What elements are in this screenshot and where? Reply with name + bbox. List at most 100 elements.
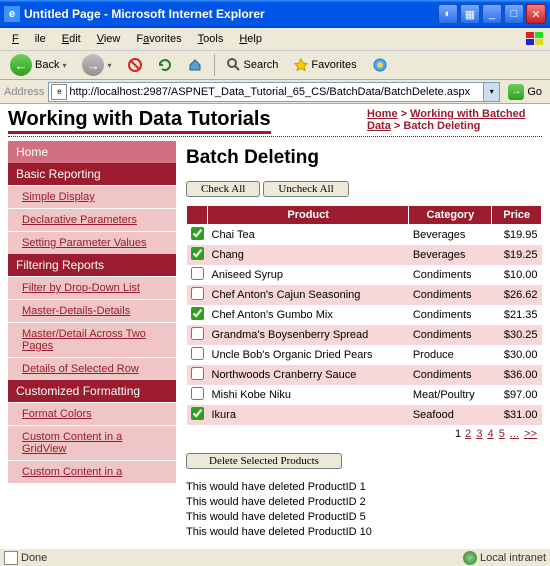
cell-category: Beverages xyxy=(409,245,492,265)
sidebar-item-declarative-parameters[interactable]: Declarative Parameters xyxy=(8,208,176,231)
sidebar-item-format-colors[interactable]: Format Colors xyxy=(8,402,176,425)
pager-ellipsis[interactable]: ... xyxy=(510,428,519,440)
status-text: Done xyxy=(21,552,47,564)
menu-favorites[interactable]: Favorites xyxy=(128,31,189,47)
cell-category: Seafood xyxy=(409,405,492,425)
close-button[interactable]: ✕ xyxy=(526,4,546,24)
tile-button[interactable]: ▦ xyxy=(460,4,480,24)
sidebar-section-customized-formatting[interactable]: Customized Formatting xyxy=(8,380,176,402)
refresh-button[interactable] xyxy=(152,56,178,74)
go-button[interactable]: → Go xyxy=(504,82,546,102)
pager-page[interactable]: 5 xyxy=(499,428,505,440)
row-checkbox[interactable] xyxy=(191,347,204,360)
row-checkbox[interactable] xyxy=(191,307,204,320)
cell-price: $19.95 xyxy=(492,225,542,246)
breadcrumb-home[interactable]: Home xyxy=(367,108,398,120)
cell-category: Beverages xyxy=(409,225,492,246)
favorites-button[interactable]: Favorites xyxy=(288,56,362,74)
site-title: Working with Data Tutorials xyxy=(8,108,271,134)
back-label: Back xyxy=(35,59,59,71)
breadcrumb-current: Batch Deleting xyxy=(403,120,480,132)
stop-button[interactable] xyxy=(122,56,148,74)
theme-button[interactable]: ◐ xyxy=(438,4,458,24)
cell-product: Grandma's Boysenberry Spread xyxy=(208,325,409,345)
address-dropdown[interactable]: ▾ xyxy=(483,83,499,101)
col-checkbox xyxy=(187,206,208,225)
windows-logo-icon xyxy=(524,30,546,48)
row-checkbox[interactable] xyxy=(191,327,204,340)
menu-file[interactable]: File xyxy=(4,31,54,47)
cell-product: Mishi Kobe Niku xyxy=(208,385,409,405)
favorites-label: Favorites xyxy=(311,59,356,71)
pager-page[interactable]: 4 xyxy=(488,428,494,440)
maximize-button[interactable]: □ xyxy=(504,4,524,24)
pager-current: 1 xyxy=(455,428,461,440)
search-label: Search xyxy=(244,59,279,71)
sidebar-item-details-selected-row[interactable]: Details of Selected Row xyxy=(8,357,176,380)
menu-edit[interactable]: Edit xyxy=(54,31,89,47)
row-checkbox[interactable] xyxy=(191,227,204,240)
cell-product: Ikura xyxy=(208,405,409,425)
table-row: IkuraSeafood$31.00 xyxy=(187,405,542,425)
main-content: Batch Deleting Check All Uncheck All Pro… xyxy=(186,141,542,541)
cell-price: $36.00 xyxy=(492,365,542,385)
row-checkbox[interactable] xyxy=(191,287,204,300)
table-row: Northwoods Cranberry SauceCondiments$36.… xyxy=(187,365,542,385)
home-button[interactable] xyxy=(182,56,208,74)
pager-next[interactable]: >> xyxy=(524,428,537,440)
menu-help[interactable]: Help xyxy=(231,31,270,47)
address-bar: Address e ▾ → Go xyxy=(0,80,550,104)
page-content: Working with Data Tutorials Home > Worki… xyxy=(0,104,550,548)
col-product: Product xyxy=(208,206,409,225)
sidebar-item-setting-parameter-values[interactable]: Setting Parameter Values xyxy=(8,231,176,254)
sidebar: Home Basic Reporting Simple Display Decl… xyxy=(8,141,176,541)
cell-category: Condiments xyxy=(409,305,492,325)
star-icon xyxy=(294,58,308,72)
menu-view[interactable]: View xyxy=(89,31,129,47)
page-heading: Batch Deleting xyxy=(186,147,542,169)
cell-product: Chef Anton's Cajun Seasoning xyxy=(208,285,409,305)
row-checkbox[interactable] xyxy=(191,367,204,380)
menubar: File Edit View Favorites Tools Help xyxy=(0,28,550,50)
sidebar-section-basic-reporting[interactable]: Basic Reporting xyxy=(8,163,176,185)
minimize-button[interactable]: _ xyxy=(482,4,502,24)
delete-selected-button[interactable]: Delete Selected Products xyxy=(186,453,342,469)
forward-button[interactable]: → ▾ xyxy=(76,52,117,78)
sidebar-item-custom-content-partial[interactable]: Custom Content in a xyxy=(8,460,176,483)
uncheck-all-button[interactable]: Uncheck All xyxy=(263,181,348,197)
check-all-button[interactable]: Check All xyxy=(186,181,260,197)
window-titlebar: e Untitled Page - Microsoft Internet Exp… xyxy=(0,0,550,28)
pager-page[interactable]: 3 xyxy=(476,428,482,440)
search-button[interactable]: Search xyxy=(221,56,285,74)
cell-product: Chang xyxy=(208,245,409,265)
done-icon xyxy=(4,551,18,565)
row-checkbox[interactable] xyxy=(191,267,204,280)
menu-tools[interactable]: Tools xyxy=(190,31,232,47)
sidebar-item-filter-dropdown[interactable]: Filter by Drop-Down List xyxy=(8,276,176,299)
zone-label: Local intranet xyxy=(480,552,546,564)
sidebar-home[interactable]: Home xyxy=(8,141,176,163)
col-price: Price xyxy=(492,206,542,225)
cell-price: $30.25 xyxy=(492,325,542,345)
media-button[interactable] xyxy=(367,56,393,74)
result-line: This would have deleted ProductID 1 xyxy=(186,481,542,493)
back-button[interactable]: ← Back ▾ xyxy=(4,52,72,78)
row-checkbox[interactable] xyxy=(191,387,204,400)
back-icon: ← xyxy=(10,54,32,76)
refresh-icon xyxy=(158,58,172,72)
security-zone: Local intranet xyxy=(463,551,546,565)
sidebar-item-master-details-details[interactable]: Master-Details-Details xyxy=(8,299,176,322)
pager-page[interactable]: 2 xyxy=(465,428,471,440)
sidebar-item-custom-content-gridview[interactable]: Custom Content in a GridView xyxy=(8,425,176,460)
address-input[interactable] xyxy=(69,84,483,100)
sidebar-item-master-detail-two-pages[interactable]: Master/Detail Across Two Pages xyxy=(8,322,176,357)
sidebar-item-simple-display[interactable]: Simple Display xyxy=(8,185,176,208)
row-checkbox[interactable] xyxy=(191,247,204,260)
cell-price: $21.35 xyxy=(492,305,542,325)
window-title: Untitled Page - Microsoft Internet Explo… xyxy=(24,7,438,21)
row-checkbox[interactable] xyxy=(191,407,204,420)
sidebar-section-filtering-reports[interactable]: Filtering Reports xyxy=(8,254,176,276)
cell-price: $31.00 xyxy=(492,405,542,425)
media-icon xyxy=(373,58,387,72)
table-row: Chai TeaBeverages$19.95 xyxy=(187,225,542,246)
